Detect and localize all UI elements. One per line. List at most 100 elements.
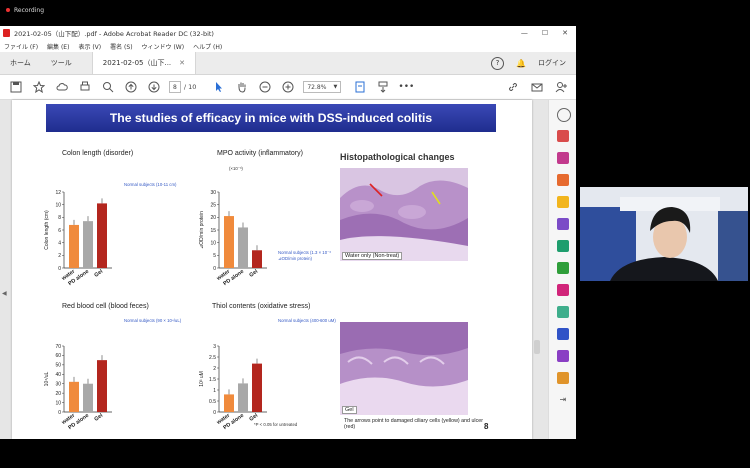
y-tick-label: 2 <box>58 253 61 259</box>
y-tick-label: 2.5 <box>209 355 216 361</box>
bookmark-star-icon[interactable] <box>32 80 46 94</box>
bar-pd-alone <box>238 383 248 412</box>
record-dot-icon <box>6 8 10 12</box>
y-tick-label: 30 <box>210 190 216 196</box>
thiol-chart: 0 0.5 1 1.5 2 2.5 3 10³ uM water PD alone Gel <box>197 326 297 436</box>
histo-caption-gel: Gel <box>342 406 357 414</box>
send-sign-icon[interactable] <box>557 284 569 296</box>
histo-footnote: The arrows point to damaged ciliary cell… <box>344 418 483 430</box>
scrollbar-thumb[interactable] <box>534 340 540 354</box>
comment-icon[interactable] <box>557 196 569 208</box>
protect-icon[interactable] <box>557 328 569 340</box>
link-icon[interactable] <box>506 80 520 94</box>
histology-image-water <box>340 168 468 261</box>
y-tick-label: 0 <box>213 410 216 416</box>
toolbar: 8 / 10 72.8% ▼ ••• <box>0 75 576 100</box>
y-tick-label: 20 <box>55 391 61 397</box>
fill-sign-icon[interactable] <box>557 218 569 230</box>
menu-window[interactable]: ウィンドウ (W) <box>142 42 185 51</box>
tab-document[interactable]: 2021-02-05（山下... ✕ <box>91 52 197 74</box>
bar-pd-alone <box>83 221 93 268</box>
bar-water <box>224 216 234 268</box>
zoom-level-select[interactable]: 72.8% ▼ <box>303 81 342 93</box>
scan-ocr-icon[interactable] <box>557 306 569 318</box>
y-axis-label: 10⁴/uL <box>44 371 50 386</box>
chevron-down-icon: ▼ <box>333 84 338 90</box>
y-tick-label: 25 <box>210 202 216 208</box>
previous-page-icon[interactable] <box>124 80 138 94</box>
y-tick-label: 40 <box>55 372 61 378</box>
hand-tool-icon[interactable] <box>235 80 249 94</box>
menu-sign[interactable]: 署名 (S) <box>110 42 132 51</box>
document-area[interactable]: ◀ The studies of efficacy in mice with D… <box>0 100 548 439</box>
menu-help[interactable]: ヘルプ (H) <box>193 42 222 51</box>
mpo-chart-title: MPO activity (inflammatory) <box>217 150 303 157</box>
prepare-form-icon[interactable] <box>557 350 569 362</box>
y-tick-label: 20 <box>210 215 216 221</box>
share-user-icon[interactable] <box>554 80 568 94</box>
more-tools-icon[interactable] <box>557 372 569 384</box>
bar-pd-alone <box>238 227 248 268</box>
acrobat-window: 2021-02-05（山下配）.pdf - Adobe Acrobat Read… <box>0 26 576 439</box>
participant-video[interactable] <box>580 187 748 281</box>
y-tick-label: 2 <box>213 366 216 372</box>
y-tick-label: 50 <box>55 363 61 369</box>
menu-view[interactable]: 表示 (V) <box>78 42 101 51</box>
collapse-left-icon[interactable]: ◀ <box>2 290 7 297</box>
scroll-mode-icon[interactable] <box>376 80 390 94</box>
bar-water <box>69 381 79 412</box>
upload-cloud-icon[interactable] <box>55 80 69 94</box>
page-number-input[interactable]: 8 <box>169 81 181 93</box>
zoom-in-icon[interactable] <box>281 80 295 94</box>
notification-bell-icon[interactable]: 🔔 <box>516 59 526 68</box>
colon-chart-title: Colon length (disorder) <box>62 150 134 157</box>
login-button[interactable]: ログイン <box>538 58 566 68</box>
organize-pages-icon[interactable] <box>557 262 569 274</box>
export-pdf-icon[interactable] <box>557 174 569 186</box>
bar-gel <box>252 363 262 412</box>
y-tick-label: 10 <box>55 202 61 208</box>
more-options-icon[interactable]: ••• <box>398 80 414 94</box>
y-tick-label: 15 <box>210 228 216 234</box>
expand-pane-icon[interactable]: ⇥ <box>557 394 569 406</box>
create-pdf-icon[interactable] <box>557 130 569 142</box>
tab-tools[interactable]: ツール <box>41 52 82 74</box>
menu-bar: ファイル (F) 編集 (E) 表示 (V) 署名 (S) ウィンドウ (W) … <box>0 40 576 52</box>
rbc-normal-note: Normal subjects (90 × 10⁴/uL) <box>124 318 182 323</box>
print-icon[interactable] <box>78 80 92 94</box>
menu-file[interactable]: ファイル (F) <box>4 42 38 51</box>
page-fit-icon[interactable] <box>353 80 367 94</box>
combine-files-icon[interactable] <box>557 152 569 164</box>
find-icon[interactable] <box>101 80 115 94</box>
tab-document-label: 2021-02-05（山下... <box>102 59 172 67</box>
minimize-icon[interactable]: — <box>521 29 528 37</box>
p-value-note: *P < 0.05 for untreated <box>254 422 298 427</box>
maximize-icon[interactable]: ☐ <box>542 29 548 37</box>
mail-icon[interactable] <box>530 80 544 94</box>
x-category-label: Gel <box>248 268 259 278</box>
y-axis-label: Colon length (cm) <box>44 210 50 250</box>
window-title: 2021-02-05（山下配）.pdf - Adobe Acrobat Read… <box>14 30 214 38</box>
tab-home[interactable]: ホーム <box>0 52 41 74</box>
menu-edit[interactable]: 編集 (E) <box>47 42 69 51</box>
y-tick-label: 70 <box>55 344 61 350</box>
y-tick-label: 0 <box>213 266 216 272</box>
y-tick-label: 1 <box>213 388 216 394</box>
tools-pane: ⇥ <box>548 100 576 439</box>
vertical-scrollbar[interactable] <box>533 100 541 439</box>
zoom-tool-icon[interactable] <box>557 108 571 122</box>
histo-title: Histopathological changes <box>340 152 455 162</box>
tab-close-icon[interactable]: ✕ <box>179 59 185 67</box>
save-icon[interactable] <box>9 80 23 94</box>
bar-gel <box>97 360 107 412</box>
close-icon[interactable]: ✕ <box>562 29 568 37</box>
zoom-out-icon[interactable] <box>258 80 272 94</box>
y-tick-label: 0.5 <box>209 399 216 405</box>
edit-pdf-icon[interactable] <box>557 240 569 252</box>
select-cursor-icon[interactable] <box>212 80 226 94</box>
thiol-chart-title: Thiol contents (oxidative stress) <box>212 303 311 310</box>
histo-caption-water: Water only (Non-treat) <box>342 252 403 260</box>
slide-page-number: 8 <box>484 422 489 431</box>
next-page-icon[interactable] <box>147 80 161 94</box>
help-icon[interactable]: ? <box>491 56 505 70</box>
